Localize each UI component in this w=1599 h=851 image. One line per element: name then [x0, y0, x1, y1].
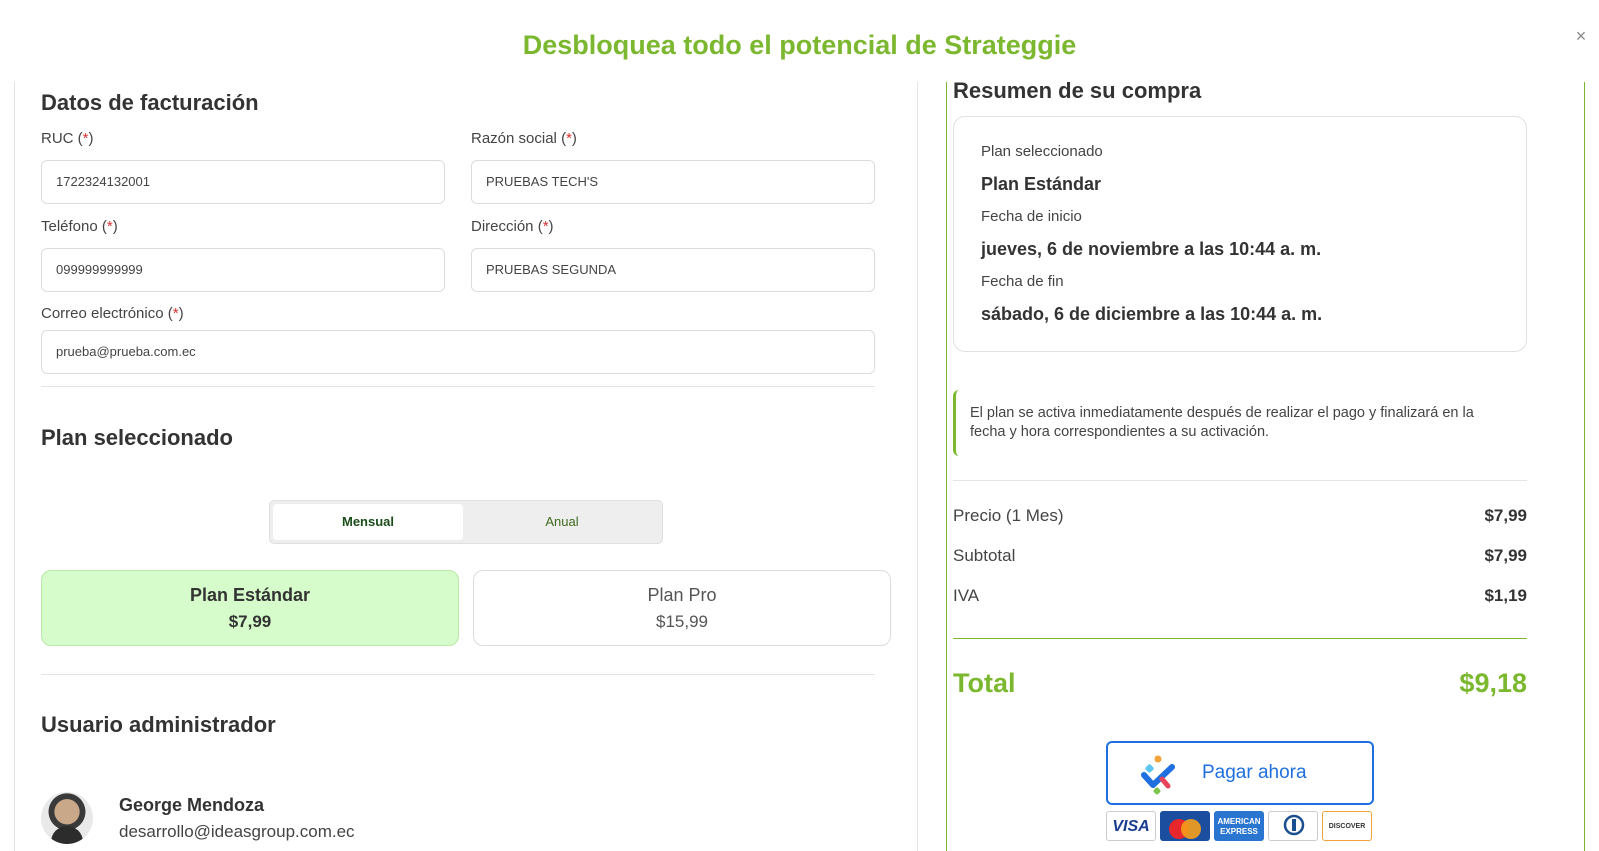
total-row: Total $9,18 — [953, 668, 1527, 699]
plan-card-estandar[interactable]: Plan Estándar $7,99 — [41, 570, 459, 646]
correo-input[interactable]: prueba@prueba.com.ec — [41, 330, 875, 374]
plan-label: Plan seleccionado — [981, 143, 1103, 160]
plan-card-price: $7,99 — [228, 612, 272, 631]
subtotal-value: $7,99 — [1484, 546, 1527, 565]
toggle-mensual[interactable]: Mensual — [273, 504, 463, 540]
visa-icon: VISA — [1106, 811, 1156, 841]
divider — [41, 674, 875, 675]
telefono-input[interactable]: 099999999999 — [41, 248, 445, 292]
telefono-label: Teléfono (*) — [41, 218, 118, 235]
plan-card-name: Plan Pro — [647, 585, 717, 605]
billing-panel: Datos de facturación RUC (*) 17223241320… — [14, 82, 918, 851]
modal-title: Desbloquea todo el potencial de Strategg… — [522, 30, 1077, 60]
end-date-value: sábado, 6 de diciembre a las 10:44 a. m. — [981, 304, 1323, 324]
card-logos: VISA AMERICAN EXPRESS DISCOVER — [1106, 811, 1386, 841]
price-label: Precio (1 Mes) — [953, 506, 1064, 525]
direccion-label: Dirección (*) — [471, 218, 554, 235]
summary-card: Plan seleccionado Plan Estándar Fecha de… — [953, 116, 1527, 352]
iva-label: IVA — [953, 586, 980, 605]
billing-title: Datos de facturación — [41, 90, 259, 115]
admin-name: George Mendoza — [119, 795, 265, 815]
razon-social-label: Razón social (*) — [471, 130, 577, 147]
billing-period-toggle: Mensual Anual — [269, 500, 663, 544]
admin-email: desarrollo@ideasgroup.com.ec — [119, 822, 355, 841]
plan-value: Plan Estándar — [981, 174, 1102, 194]
plan-section-title: Plan seleccionado — [41, 425, 233, 450]
avatar — [41, 792, 93, 844]
pay-now-label: Pagar ahora — [1202, 762, 1307, 783]
toggle-anual[interactable]: Anual — [467, 504, 657, 540]
iva-row: IVA $1,19 — [953, 586, 1527, 606]
total-label: Total — [953, 668, 1016, 698]
razon-social-input[interactable]: PRUEBAS TECH'S — [471, 160, 875, 204]
summary-panel: Resumen de su compra Plan seleccionado P… — [946, 78, 1585, 851]
direccion-input[interactable]: PRUEBAS SEGUNDA — [471, 248, 875, 292]
total-value: $9,18 — [1459, 668, 1527, 698]
price-row: Precio (1 Mes) $7,99 — [953, 506, 1527, 526]
close-icon[interactable]: × — [1571, 26, 1591, 46]
correo-label: Correo electrónico (*) — [41, 305, 184, 322]
admin-section-title: Usuario administrador — [41, 712, 276, 737]
divider — [953, 480, 1527, 481]
diners-icon — [1268, 811, 1318, 841]
ruc-label: RUC (*) — [41, 130, 94, 147]
ruc-input[interactable]: 1722324132001 — [41, 160, 445, 204]
discover-icon: DISCOVER — [1322, 811, 1372, 841]
pay-now-button[interactable]: Pagar ahora — [1106, 741, 1374, 805]
payphone-logo-icon — [1141, 755, 1175, 795]
subtotal-row: Subtotal $7,99 — [953, 546, 1527, 566]
end-date-label: Fecha de fin — [981, 273, 1064, 290]
iva-value: $1,19 — [1484, 586, 1527, 605]
total-divider — [953, 638, 1527, 639]
plan-card-price: $15,99 — [656, 612, 708, 631]
amex-icon: AMERICAN EXPRESS — [1214, 811, 1264, 841]
divider — [41, 386, 875, 387]
summary-title: Resumen de su compra — [953, 78, 1202, 103]
mastercard-icon — [1160, 811, 1210, 841]
start-date-value: jueves, 6 de noviembre a las 10:44 a. m. — [981, 239, 1322, 259]
plan-card-name: Plan Estándar — [189, 585, 311, 605]
subtotal-label: Subtotal — [953, 546, 1016, 565]
price-value: $7,99 — [1484, 506, 1527, 525]
start-date-label: Fecha de inicio — [981, 208, 1082, 225]
plan-card-pro[interactable]: Plan Pro $15,99 — [473, 570, 891, 646]
activation-notice: El plan se activa inmediatamente después… — [953, 390, 1513, 456]
